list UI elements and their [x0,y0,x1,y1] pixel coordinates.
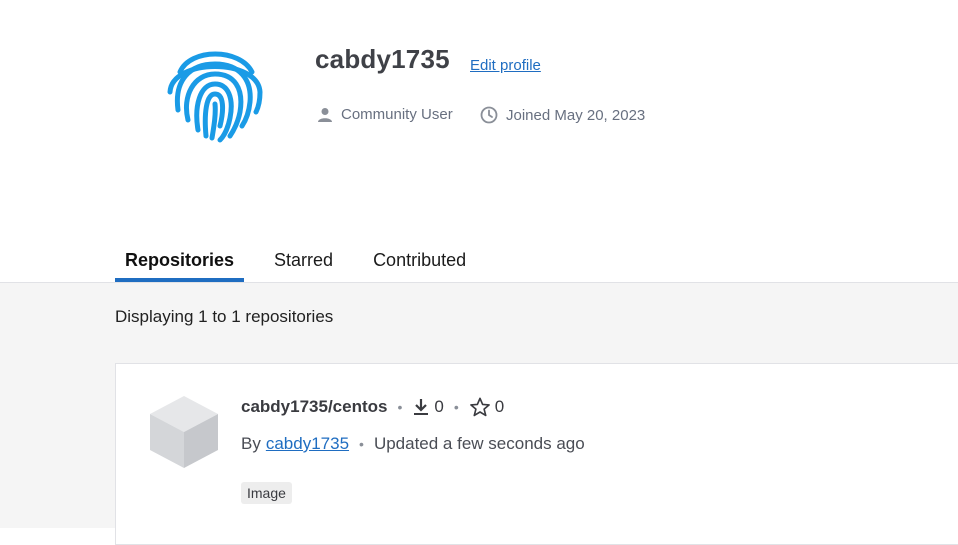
profile-joined-label: Joined May 20, 2023 [506,106,646,124]
profile-role-label: Community User [341,106,453,123]
avatar [160,40,270,144]
profile-joined: Joined May 20, 2023 [480,106,645,124]
results-count: Displaying 1 to 1 repositories [115,307,334,326]
download-count: 0 [412,397,444,417]
repositories-panel: Displaying 1 to 1 repositories cabdy1735… [0,282,958,545]
type-badge: Image [241,482,292,504]
fingerprint-icon [167,51,263,143]
repository-card[interactable]: cabdy1735/centos • 0 • 0 By cabdy1735 • … [115,363,958,545]
star-count-value: 0 [494,397,505,416]
profile-role: Community User [317,106,453,123]
repo-byline: By cabdy1735 • Updated a few seconds ago [241,434,585,454]
tab-repositories[interactable]: Repositories [115,240,245,282]
profile-username: cabdy1735 [315,44,450,74]
repo-header: cabdy1735/centos • 0 • 0 [241,397,504,417]
separator-dot: • [359,436,364,452]
tab-contributed[interactable]: Contributed [363,240,476,282]
edit-profile-link[interactable]: Edit profile [470,57,541,74]
author-link[interactable]: cabdy1735 [266,434,349,454]
star-count: 0 [469,397,504,417]
tab-starred[interactable]: Starred [264,240,343,282]
separator-dot: • [397,399,403,415]
profile-tabs: Repositories Starred Contributed [115,240,496,282]
clock-icon [480,106,498,124]
cube-icon [150,396,218,468]
user-icon [318,107,332,122]
by-label: By [241,434,261,453]
repo-name-link[interactable]: cabdy1735/centos [241,397,387,417]
updated-label: Updated a few seconds ago [373,434,585,453]
download-icon [414,399,429,415]
separator-dot: • [453,399,459,415]
star-icon [469,397,490,417]
download-count-value: 0 [434,397,444,416]
